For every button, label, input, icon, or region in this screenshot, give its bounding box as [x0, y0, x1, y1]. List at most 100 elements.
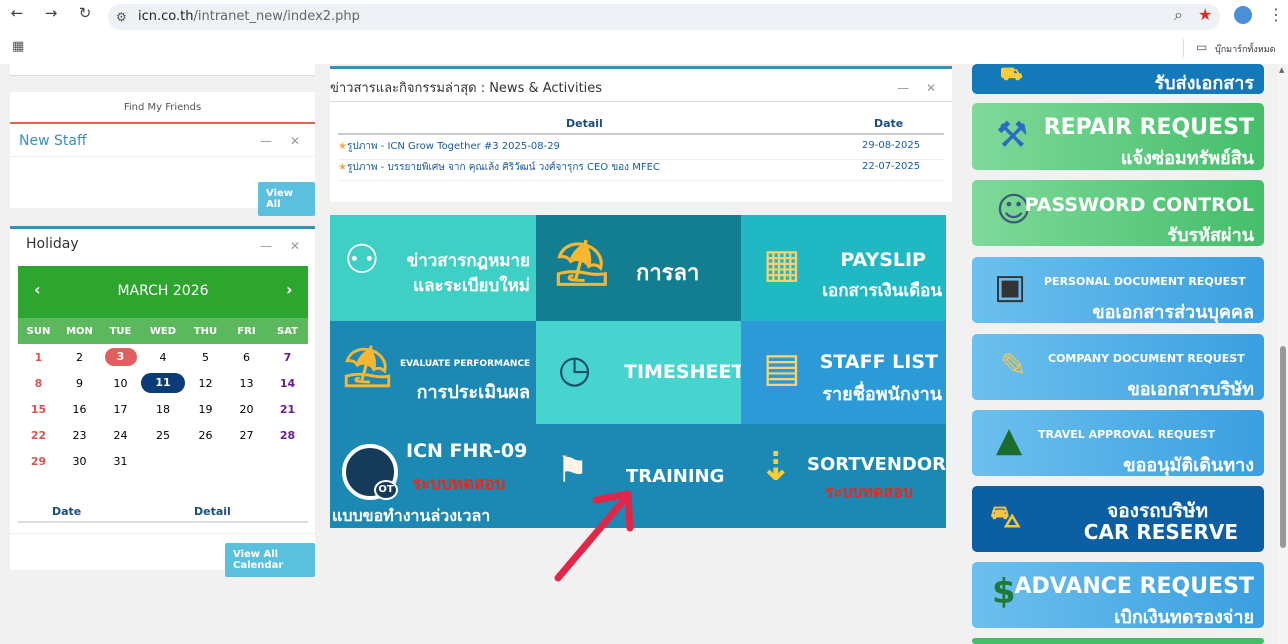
forward-icon[interactable]: →: [40, 4, 62, 22]
bookmark-star-icon[interactable]: ★: [1198, 5, 1212, 24]
divider: [10, 533, 315, 534]
calendar-day[interactable]: 18: [141, 396, 185, 422]
timesheet-tile[interactable]: ◷ TIMESHEET: [536, 321, 741, 424]
personal-document-button[interactable]: ▣ PERSONAL DOCUMENT REQUEST ขอเอกสารส่วน…: [972, 257, 1264, 323]
news-detail[interactable]: รูปภาพ - บรรยายพิเศษ จาก คุณเล้ง ศิริวัฒ…: [347, 162, 660, 173]
calendar-day[interactable]: 8: [18, 370, 59, 396]
calendar-day[interactable]: 21: [267, 396, 308, 422]
calendar-day[interactable]: 30: [59, 448, 100, 474]
news-row[interactable]: ★รูปภาพ - บรรยายพิเศษ จาก คุณเล้ง ศิริวั…: [338, 160, 944, 181]
travel-approval-button[interactable]: ▲ TRAVEL APPROVAL REQUEST ขออนุมัติเดินท…: [972, 410, 1264, 476]
calendar-day[interactable]: 20: [226, 396, 267, 422]
calendar-week: 1234567: [18, 344, 308, 370]
star-icon: ★: [338, 141, 347, 152]
find-friends-title[interactable]: Find My Friends: [10, 92, 315, 113]
document-send-label: รับส่งเอกสาร: [1154, 73, 1255, 94]
leave-tile[interactable]: ⛱ การลา: [536, 215, 741, 321]
evaluate-tile-line1: EVALUATE PERFORMANCE: [400, 359, 531, 369]
site-info-icon[interactable]: ⚙: [116, 4, 127, 30]
advance-request-line2: เบิกเงินทดรองจ่าย: [1114, 607, 1254, 628]
staff-list-tile-line2: รายชื่อพนักงาน: [822, 384, 942, 405]
training-tile-label: TRAINING: [626, 466, 725, 487]
timesheet-tile-label: TIMESHEET: [624, 361, 741, 383]
news-date-column: Date: [874, 117, 904, 130]
next-side-button-partial[interactable]: [972, 638, 1264, 644]
calendar-day-today[interactable]: 11: [141, 370, 185, 396]
weekday-label: MON: [66, 325, 93, 337]
repair-request-line2: แจ้งซ่อมทรัพย์สิน: [1120, 148, 1254, 169]
view-all-button[interactable]: View All: [258, 182, 315, 216]
calendar-day[interactable]: 25: [141, 422, 185, 448]
reload-icon[interactable]: ↻: [74, 4, 96, 22]
zoom-icon[interactable]: ⌕: [1174, 5, 1183, 25]
payslip-tile[interactable]: ▦ PAYSLIP เอกสารเงินเดือน: [741, 215, 946, 321]
calendar-day[interactable]: 14: [267, 370, 308, 396]
calendar-day[interactable]: 26: [185, 422, 226, 448]
calendar-day[interactable]: 3: [100, 344, 141, 370]
page-scrollbar[interactable]: ▲: [1278, 64, 1288, 644]
fhr-ot-tile[interactable]: OT ICN FHR-09 ระบบทดสอบ แบบขอทำงานล่วงเว…: [330, 424, 536, 528]
all-bookmarks-label[interactable]: บุ๊กมาร์กทั้งหมด: [1215, 42, 1275, 56]
calendar-day[interactable]: 13: [226, 370, 267, 396]
calendar-day[interactable]: 6: [226, 344, 267, 370]
minimize-icon[interactable]: —: [897, 81, 909, 95]
folder-icon[interactable]: ▭: [1196, 40, 1207, 54]
holiday-panel: Holiday — ✕ ‹ MARCH 2026 › SUN MON TUE W…: [10, 226, 315, 577]
car-reserve-button[interactable]: ⛍ จองรถบริษัท CAR RESERVE: [972, 486, 1264, 552]
apps-grid-icon[interactable]: ▦: [12, 39, 24, 54]
calendar-day[interactable]: 2: [59, 344, 100, 370]
calendar-day[interactable]: 24: [100, 422, 141, 448]
personal-document-line1: PERSONAL DOCUMENT REQUEST: [1044, 275, 1246, 288]
calendar-day[interactable]: 22: [18, 422, 59, 448]
close-icon[interactable]: ✕: [290, 134, 300, 148]
password-control-button[interactable]: ☺ PASSWORD CONTROL รับรหัสผ่าน: [972, 180, 1264, 246]
news-detail[interactable]: รูปภาพ - ICN Grow Together #3 2025-08-29: [347, 141, 560, 152]
sortvendor-tile[interactable]: ⇣ SORTVENDOR ระบบทดสอบ: [741, 424, 946, 528]
car-reserve-line2: CAR RESERVE: [1083, 520, 1238, 544]
top-panel-remnant: [10, 64, 315, 76]
close-icon[interactable]: ✕: [290, 239, 300, 253]
close-icon[interactable]: ✕: [926, 81, 936, 95]
calendar-header: ‹ MARCH 2026 ›: [18, 266, 308, 318]
calendar-day[interactable]: 29: [18, 448, 59, 474]
new-staff-panel: New Staff — ✕ View All: [10, 124, 315, 216]
calendar-day[interactable]: 5: [185, 344, 226, 370]
calendar-day[interactable]: 7: [267, 344, 308, 370]
document-send-button[interactable]: ⛟ รับส่งเอกสาร: [972, 64, 1264, 94]
weekday-label: FRI: [237, 325, 256, 337]
calendar-day[interactable]: 27: [226, 422, 267, 448]
calendar-day[interactable]: 16: [59, 396, 100, 422]
fhr-tile-line3: แบบขอทำงานล่วงเวลา: [332, 506, 491, 525]
menu-icon[interactable]: ⋮: [1268, 5, 1284, 24]
calendar-day[interactable]: 31: [100, 448, 141, 474]
calendar-month: MARCH 2026: [117, 283, 209, 299]
repair-request-button[interactable]: ⚒ REPAIR REQUEST แจ้งซ่อมทรัพย์สิน: [972, 103, 1264, 170]
minimize-icon[interactable]: —: [260, 134, 272, 148]
next-month-icon[interactable]: ›: [286, 280, 293, 299]
view-all-calendar-button[interactable]: View All Calendar: [225, 543, 315, 577]
calendar-day[interactable]: 10: [100, 370, 141, 396]
law-news-tile[interactable]: ⚇ ข่าวสารกฎหมาย และระเบียบใหม่: [330, 215, 536, 321]
ot-badge: OT: [374, 480, 398, 500]
calendar-day[interactable]: 4: [141, 344, 185, 370]
calendar-day[interactable]: 1: [18, 344, 59, 370]
company-document-button[interactable]: ✎ COMPANY DOCUMENT REQUEST ขอเอกสารบริษั…: [972, 334, 1264, 400]
staff-list-tile[interactable]: ▤ STAFF LIST รายชื่อพนักงาน: [741, 321, 946, 424]
calendar-day[interactable]: 17: [100, 396, 141, 422]
evaluate-tile[interactable]: ⛱ EVALUATE PERFORMANCE การประเมินผล: [330, 321, 536, 424]
address-bar[interactable]: ⚙ icn.co.th/intranet_new/index2.php: [108, 4, 1220, 30]
news-row[interactable]: ★รูปภาพ - ICN Grow Together #3 2025-08-2…: [338, 139, 944, 160]
scrollbar-thumb[interactable]: [1280, 346, 1286, 548]
calendar-day[interactable]: 15: [18, 396, 59, 422]
back-icon[interactable]: ←: [6, 4, 28, 22]
profile-avatar[interactable]: [1234, 6, 1252, 24]
calendar-day[interactable]: 28: [267, 422, 308, 448]
advance-request-button[interactable]: $ ADVANCE REQUEST เบิกเงินทดรองจ่าย: [972, 562, 1264, 628]
calendar-day[interactable]: 23: [59, 422, 100, 448]
calendar-day[interactable]: 19: [185, 396, 226, 422]
calendar-day[interactable]: 9: [59, 370, 100, 396]
calendar-day[interactable]: 12: [185, 370, 226, 396]
scroll-up-icon[interactable]: ▲: [1279, 66, 1284, 74]
bookmarks-bar: ▦ ▭ บุ๊กมาร์กทั้งหมด: [0, 36, 1288, 62]
minimize-icon[interactable]: —: [260, 239, 272, 253]
